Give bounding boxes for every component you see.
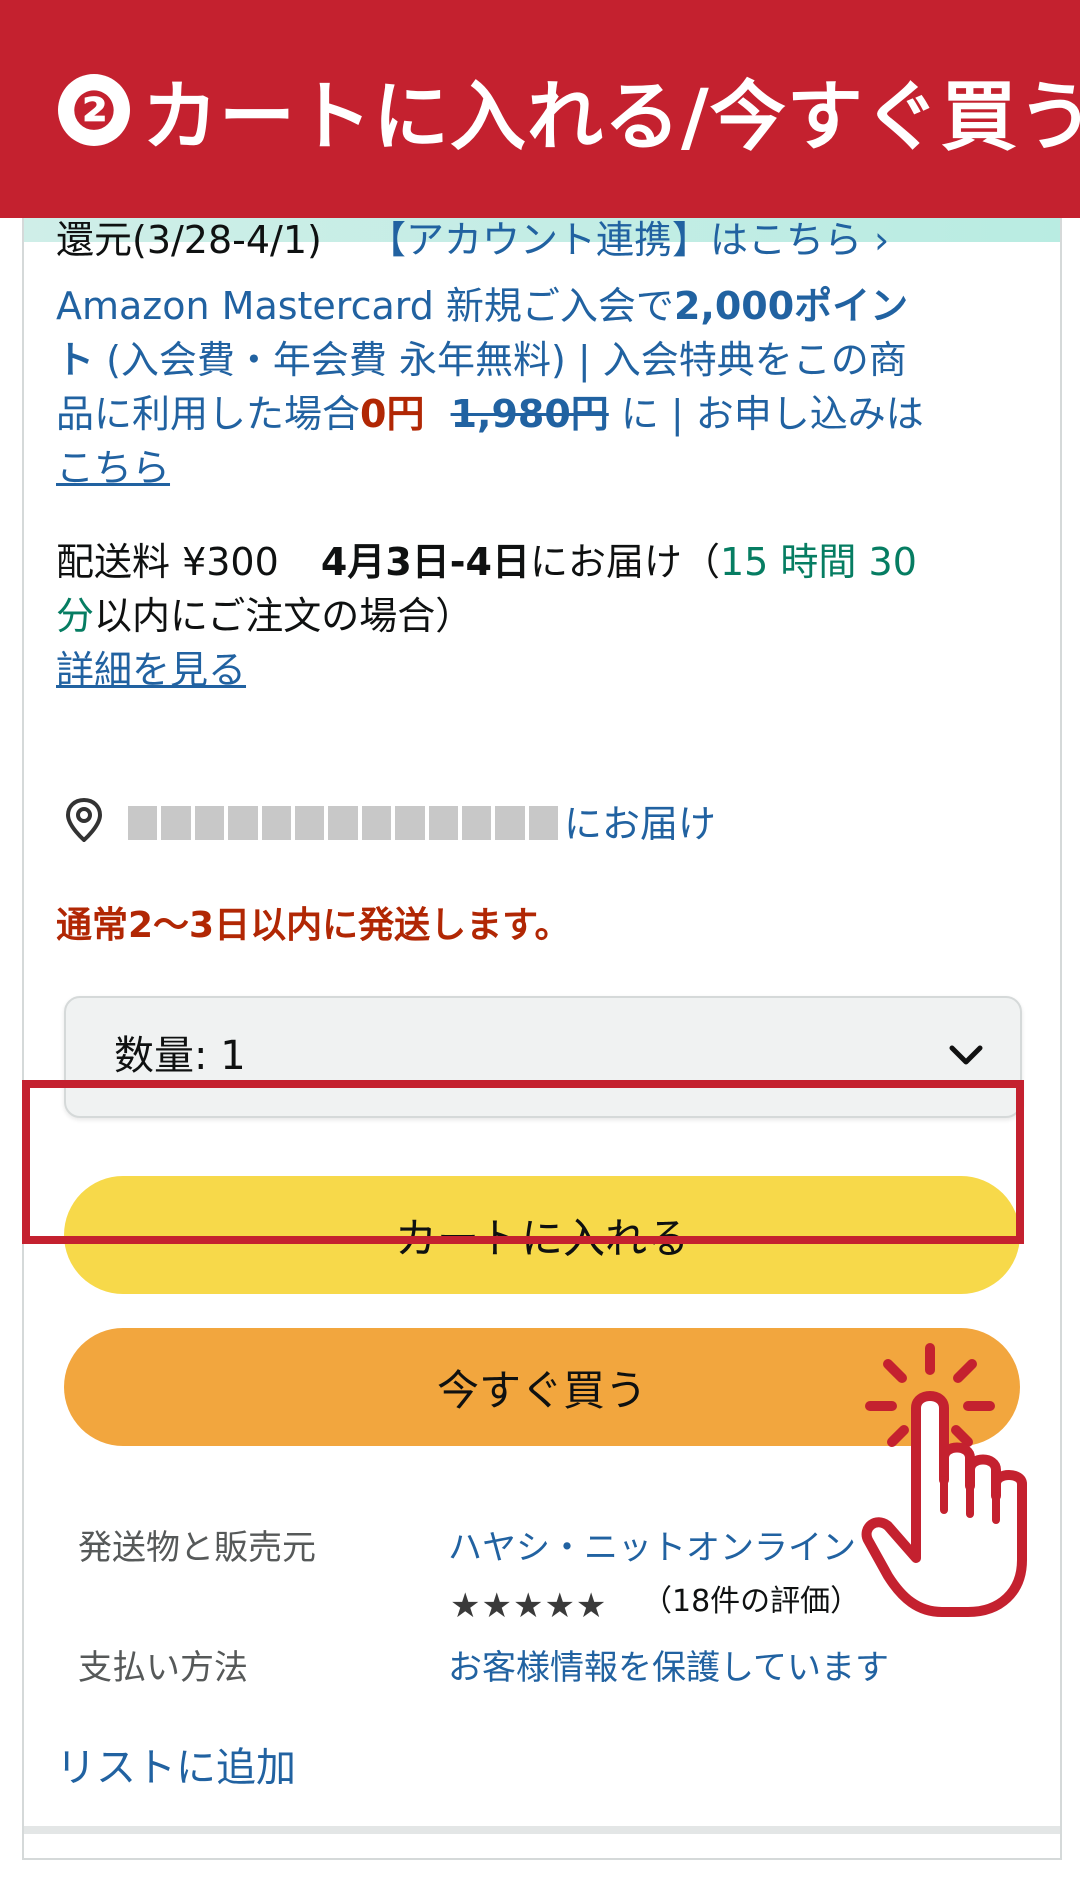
delivery-line1: 配送料 ¥300 4月3日-4日にお届け（15 時間 30 <box>56 534 917 590</box>
banner-title-group: ❷ カートに入れる/今すぐ買う <box>58 62 1080 161</box>
secure-transaction-link[interactable]: お客様情報を保護しています <box>448 1644 889 1692</box>
header-banner: ❷ カートに入れる/今すぐ買う <box>0 0 1080 218</box>
add-to-list-link[interactable]: リストに追加 <box>56 1740 296 1796</box>
card-offer-text2: (入会費・年会費 永年無料) | 入会特典をこの商 <box>94 338 907 382</box>
points-line: 還元(3/28-4/1) 【アカウント連携】はこちら › <box>56 212 889 268</box>
deliver-to-link[interactable]: にお届け <box>564 796 716 852</box>
card-offer-text: Amazon Mastercard 新規ご入会で <box>56 284 674 328</box>
card-points: 2,000ポイン <box>673 284 909 328</box>
card-old-price: 1,980円 <box>450 392 609 436</box>
card-offer-text4: に | お申し込みは <box>608 392 924 436</box>
delivery-details-link[interactable]: 詳細を見る <box>56 642 246 698</box>
seller-rating-count: （18件の評価） <box>642 1584 861 1619</box>
banner-title: カートに入れる/今すぐ買う <box>142 72 1080 161</box>
card-offer-line3[interactable]: 品に利用した場合0円 1,980円 に | お申し込みは <box>56 386 924 442</box>
account-link[interactable]: 【アカウント連携】はこちら › <box>368 218 889 262</box>
address-redacted <box>128 806 559 840</box>
delivery-suffix: にお届け（ <box>529 540 720 584</box>
card-offer-text3: 品に利用した場合 <box>56 392 361 436</box>
seller-rating-stars: ★★★★★ <box>450 1586 608 1626</box>
card-apply-link[interactable]: こちら <box>56 440 170 496</box>
divider <box>24 1826 1060 1834</box>
tap-hand-icon <box>861 1343 1027 1617</box>
buy-now-highlight-box <box>22 1080 1024 1244</box>
order-countdown: 15 時間 30 <box>720 540 917 584</box>
delivery-condition: 以内にご注文の場合） <box>94 594 474 638</box>
card-price: 0円 <box>360 392 425 436</box>
points-text: 還元(3/28-4/1) <box>56 218 322 262</box>
delivery-date: 4月3日-4日 <box>320 540 530 584</box>
card-offer-line2[interactable]: ト (入会費・年会費 永年無料) | 入会特典をこの商 <box>56 332 907 388</box>
chevron-down-icon <box>949 1045 983 1065</box>
order-countdown-unit: 分 <box>56 594 95 638</box>
delivery-line2: 分以内にご注文の場合） <box>56 588 473 644</box>
seller-link[interactable]: ハヤシ・ニットオンライン <box>448 1524 856 1572</box>
card-offer-line1[interactable]: Amazon Mastercard 新規ご入会で2,000ポイン <box>56 278 908 334</box>
step-number-badge: ❷ <box>58 74 130 146</box>
payment-label: 支払い方法 <box>78 1648 248 1688</box>
location-pin-icon <box>65 798 103 842</box>
quantity-label: 数量: 1 <box>114 1033 246 1079</box>
ships-from-label: 発送物と販売元 <box>78 1528 316 1568</box>
card-points-cont: ト <box>56 338 95 382</box>
stock-status: 通常2〜3日以内に発送します。 <box>56 905 571 946</box>
shipping-fee: 配送料 ¥300 <box>56 540 279 584</box>
